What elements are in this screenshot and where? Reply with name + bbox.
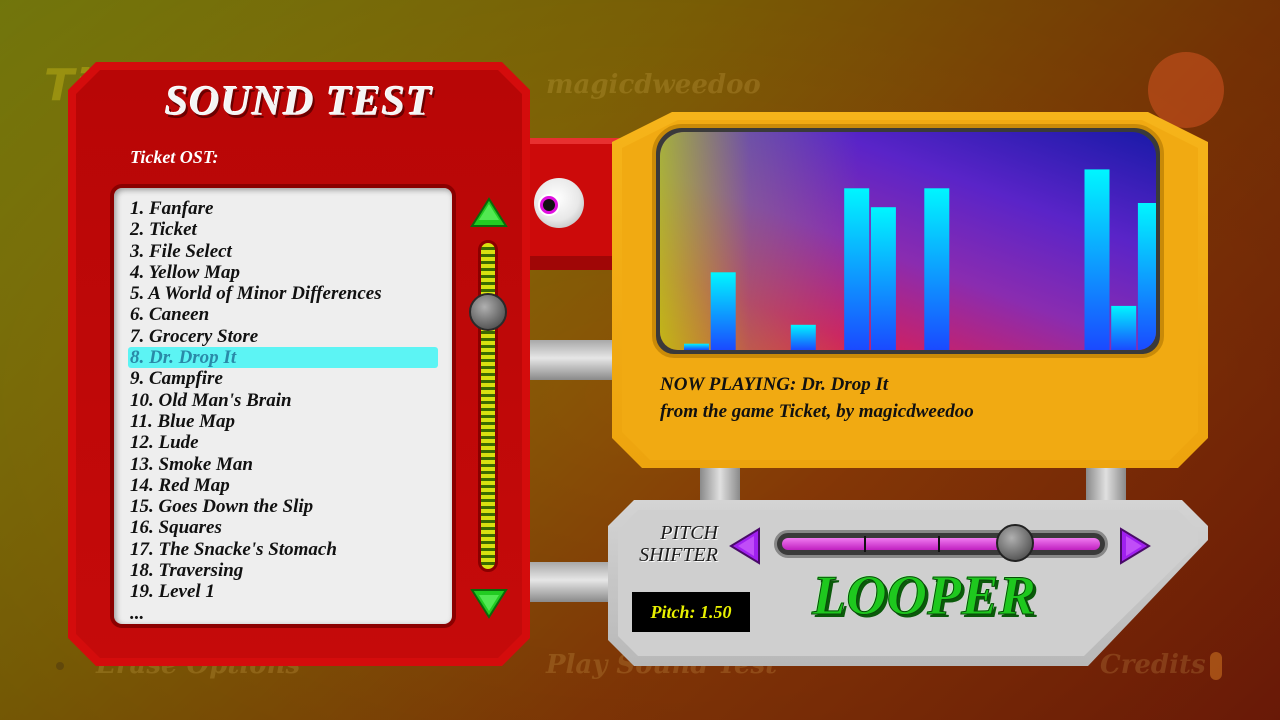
audio-visualizer <box>660 132 1156 350</box>
track-item[interactable]: ... <box>128 603 438 624</box>
visualizer-bar <box>710 272 736 350</box>
track-item[interactable]: 2. Ticket <box>128 219 438 240</box>
red-panel-connector-shadow <box>520 256 620 270</box>
connector-pipe <box>526 562 622 602</box>
pitch-slider-tick <box>938 536 940 552</box>
pitch-slider-fill <box>782 538 1100 550</box>
track-item[interactable]: 11. Blue Map <box>128 411 438 432</box>
visualizer-bar <box>870 207 896 350</box>
visualizer-chart <box>684 169 1156 350</box>
looper-button[interactable]: LOOPER <box>812 564 1037 628</box>
pitch-increase-button[interactable] <box>1118 526 1152 566</box>
track-item[interactable]: 19. Level 1 <box>128 581 438 602</box>
background-bar-decoration <box>1210 652 1222 680</box>
connector-pipe <box>700 462 740 506</box>
background-author-watermark: magicdweedoo <box>546 70 761 100</box>
track-item-selected[interactable]: 8. Dr. Drop It <box>128 347 438 369</box>
connector-pipe <box>1086 462 1126 506</box>
track-item[interactable]: 1. Fanfare <box>128 198 438 219</box>
pitch-label-line-1: PITCH <box>660 522 718 544</box>
track-item[interactable]: 14. Red Map <box>128 475 438 496</box>
pitch-label-line-2: SHIFTER <box>639 544 718 566</box>
pitch-readout: Pitch: 1.50 <box>632 592 750 632</box>
track-item[interactable]: 9. Campfire <box>128 368 438 389</box>
track-list: 1. Fanfare 2. Ticket 3. File Select 4. Yell… <box>128 198 438 624</box>
track-item[interactable]: 10. Old Man's Brain <box>128 390 438 411</box>
track-item[interactable]: 4. Yellow Map <box>128 262 438 283</box>
visualizer-bar <box>790 324 816 350</box>
pitch-decrease-button[interactable] <box>728 526 762 566</box>
track-item[interactable]: 13. Smoke Man <box>128 454 438 475</box>
now-playing-text: NOW PLAYING: Dr. Drop It <box>660 374 889 395</box>
visualizer-bar <box>844 188 870 350</box>
track-item[interactable]: 3. File Select <box>128 241 438 262</box>
sound-test-title: SOUND TEST <box>165 79 433 125</box>
visualizer-bar <box>1111 305 1137 350</box>
eyeball-pupil <box>543 199 555 211</box>
track-item[interactable]: 6. Caneen <box>128 304 438 325</box>
background-menu-bullet <box>56 662 64 670</box>
visualizer-bar <box>924 188 950 350</box>
connector-pipe <box>526 340 622 380</box>
scroll-down-button[interactable] <box>469 586 509 620</box>
track-item[interactable]: 18. Traversing <box>128 560 438 581</box>
track-source-text: from the game Ticket, by magicdweedoo <box>660 401 974 422</box>
track-item[interactable]: 5. A World of Minor Differences <box>128 283 438 304</box>
track-list-panel: 1. Fanfare 2. Ticket 3. File Select 4. Yell… <box>110 184 456 628</box>
pitch-slider-tick <box>864 536 866 552</box>
soundtrack-subtitle: Ticket OST: <box>130 147 219 167</box>
background-menu-credits: Credits <box>1100 650 1206 680</box>
visualizer-bar <box>1084 169 1110 350</box>
background-circle-decoration <box>1148 52 1224 128</box>
track-item[interactable]: 7. Grocery Store <box>128 326 438 347</box>
visualizer-bar <box>684 343 709 350</box>
track-list-scrollbar[interactable] <box>478 240 498 572</box>
track-item[interactable]: 16. Squares <box>128 517 438 538</box>
track-item[interactable]: 15. Goes Down the Slip <box>128 496 438 517</box>
scroll-up-button[interactable] <box>469 196 509 230</box>
track-item[interactable]: 17. The Snacke's Stomach <box>128 539 438 560</box>
pitch-shifter-label: PITCH SHIFTER <box>628 522 718 566</box>
visualizer-bar <box>1137 203 1156 350</box>
track-item[interactable]: 12. Lude <box>128 432 438 453</box>
